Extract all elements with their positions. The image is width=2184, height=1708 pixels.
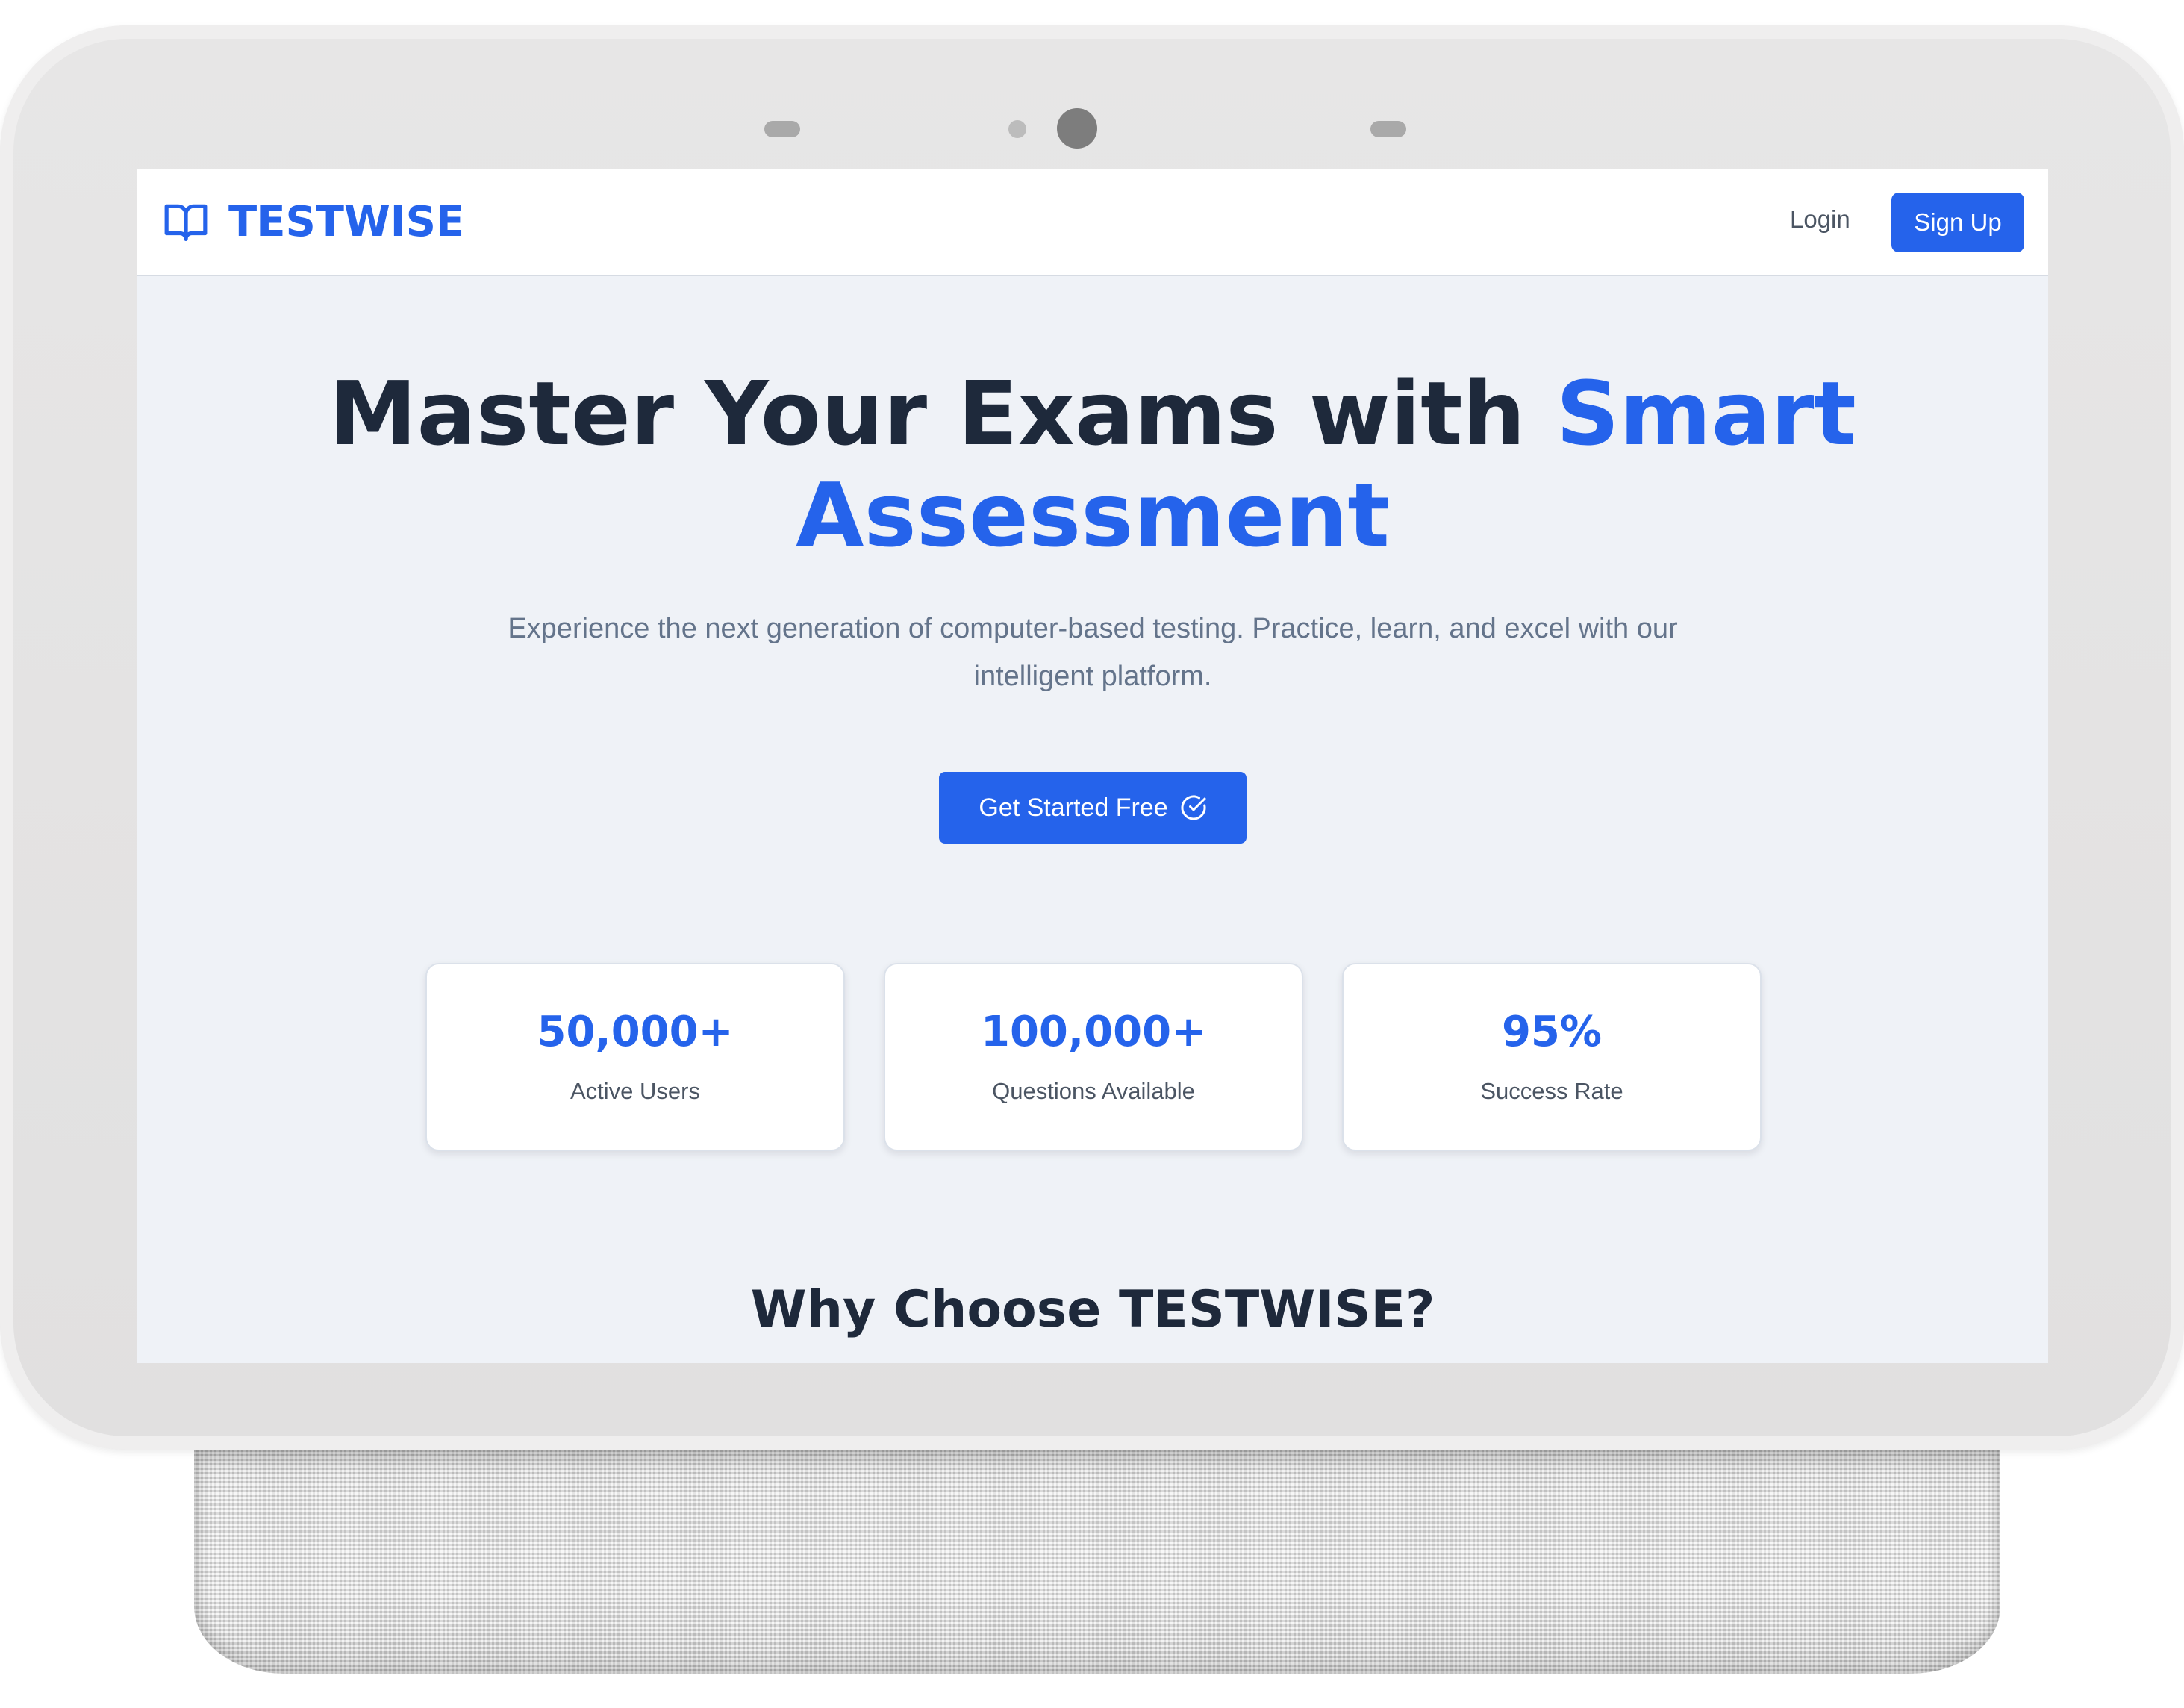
light-sensor-icon [1008,120,1026,138]
signup-button[interactable]: Sign Up [1891,193,2024,252]
stat-label: Active Users [570,1078,700,1104]
check-circle-icon [1180,794,1207,821]
camera-icon [1057,108,1097,149]
stat-value: 95% [1501,1008,1603,1056]
microphone-icon [1370,121,1406,137]
brand-name: TESTWISE [228,197,465,246]
book-open-icon [163,199,209,245]
microphone-icon [764,121,800,137]
stat-value: 100,000+ [981,1008,1206,1056]
stat-card-questions: 100,000+ Questions Available [884,963,1303,1151]
fabric-speaker-base [194,1450,2000,1674]
navbar: TESTWISE Login Sign Up [137,169,2048,276]
stat-label: Questions Available [992,1078,1195,1104]
stat-card-success: 95% Success Rate [1342,963,1762,1151]
stat-label: Success Rate [1480,1078,1623,1104]
hero-subtitle: Experience the next generation of comput… [508,613,1678,692]
screen: TESTWISE Login Sign Up Master Your Exams… [137,169,2048,1363]
stat-value: 50,000+ [537,1008,734,1056]
login-link[interactable]: Login [1790,203,1850,236]
hero-title: Master Your Exams with Smart Assessment [287,363,1899,566]
smart-display-frame: TESTWISE Login Sign Up Master Your Exams… [0,25,2184,1450]
get-started-label: Get Started Free [979,793,1168,822]
why-choose-heading: Why Choose TESTWISE? [750,1280,1435,1339]
stats-row: 50,000+ Active Users 100,000+ Questions … [425,963,1762,1151]
stat-card-users: 50,000+ Active Users [425,963,845,1151]
get-started-button[interactable]: Get Started Free [939,772,1247,844]
brand-logo[interactable]: TESTWISE [163,197,465,246]
hero-title-main: Master Your Exams with [329,362,1556,465]
